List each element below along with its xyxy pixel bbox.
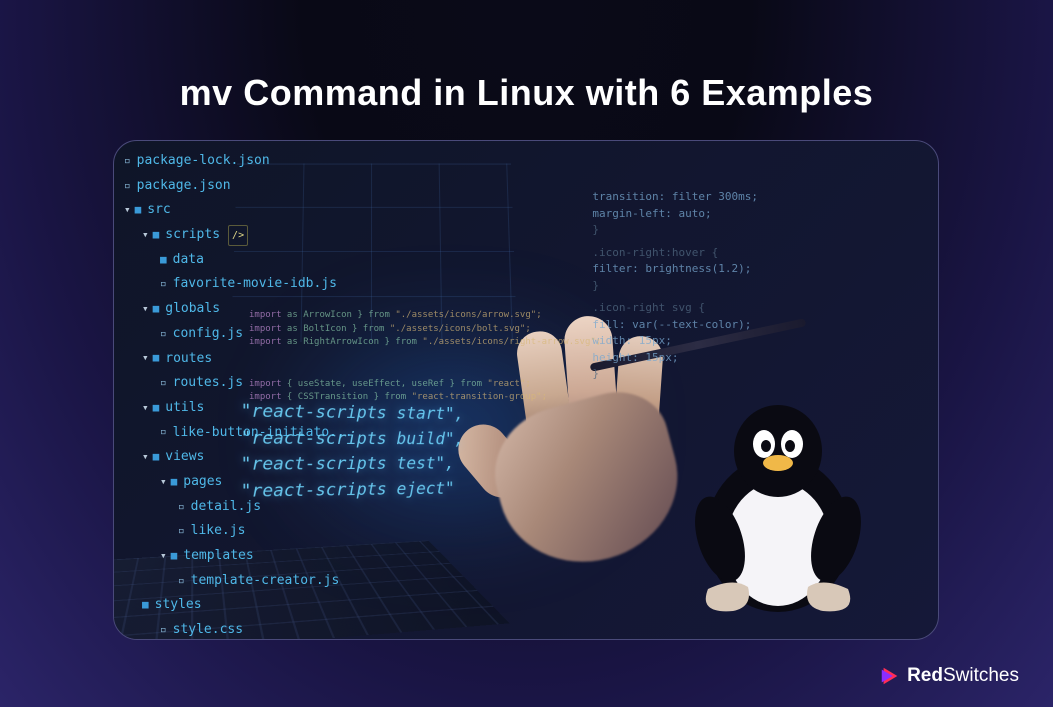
logo-text-switches: Switches	[943, 665, 1019, 687]
tree-item: ▾■templates	[124, 544, 353, 569]
css-code-snippet: transition: filter 300ms; margin-left: a…	[592, 189, 758, 383]
tree-item: ▫package-lock.json	[124, 149, 353, 174]
tree-item: ▫package.json	[124, 174, 353, 199]
tree-item: ▫like.js	[124, 519, 353, 544]
tree-item: ■data	[124, 248, 353, 273]
scripts-code-snippet: "react-scripts start", "react-scripts bu…	[241, 399, 464, 505]
logo-text-red: Red	[907, 665, 943, 687]
tree-item: ■styles	[124, 593, 353, 618]
brand-logo: RedSwitches	[879, 665, 1019, 687]
logo-play-icon	[879, 665, 901, 687]
tree-item: ▫favorite-movie-idb.js	[124, 272, 353, 297]
tree-item: ▫template-creator.js	[124, 569, 353, 594]
hero-image: transition: filter 300ms; margin-left: a…	[113, 140, 939, 640]
page-title: mv Command in Linux with 6 Examples	[0, 0, 1053, 114]
tree-item: ▫style.css	[124, 618, 353, 640]
import-code-snippet: import as ArrowIcon } from "./assets/ico…	[249, 309, 601, 405]
tree-item: ▾■src	[124, 198, 353, 223]
tree-item: ▾■scripts/>	[124, 223, 353, 248]
tux-penguin-icon	[678, 389, 878, 619]
